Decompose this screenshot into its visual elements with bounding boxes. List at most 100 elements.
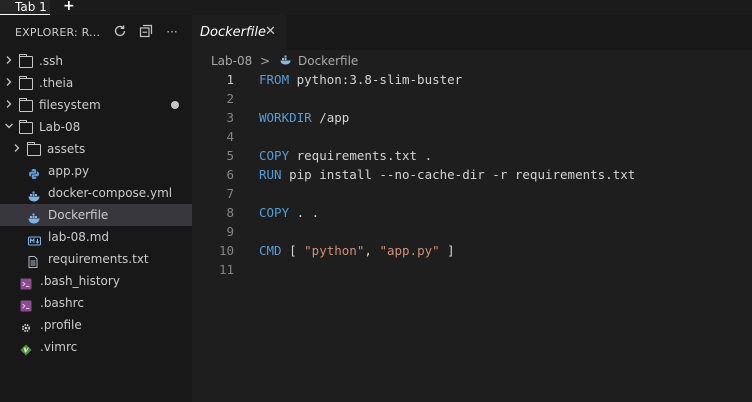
refresh-icon[interactable] [112, 24, 128, 40]
tree-file-item[interactable]: .vimrc [0, 336, 192, 358]
code-line[interactable]: 4 [192, 127, 752, 146]
shell-file-icon [20, 275, 34, 290]
folder-icon [27, 142, 41, 156]
line-number: 5 [226, 148, 234, 163]
explorer-title: EXPLORER: R... [15, 26, 101, 39]
breadcrumb-folder[interactable]: Lab-08 [211, 50, 252, 72]
file-tree: .ssh .theia filesystem Lab-08 assets app.py do… [0, 50, 192, 358]
code-line[interactable]: 10 CMD [ "python", "app.py" ] [192, 241, 752, 260]
tree-item-label: docker-compose.yml [48, 186, 173, 200]
more-icon[interactable]: ··· [164, 24, 180, 40]
python-file-icon [28, 165, 42, 179]
code-keyword: FROM [259, 72, 290, 87]
tree-item-label: Dockerfile [48, 208, 109, 222]
line-number: 4 [226, 129, 234, 144]
code-line[interactable]: 7 [192, 184, 752, 203]
close-icon[interactable]: ✕ [265, 24, 276, 39]
editor-tab-dockerfile[interactable]: Dockerfile ✕ [192, 15, 286, 50]
ide-window: Tab 1 + EXPLORER: R... ··· .ssh .theia fil… [0, 0, 752, 402]
tree-item-label: .theia [39, 76, 74, 90]
tree-file-item[interactable]: .profile [0, 314, 192, 336]
editor-tab-bar: Dockerfile ✕ [192, 15, 752, 50]
explorer-header: EXPLORER: R... ··· [0, 15, 192, 49]
code-line[interactable]: 5 COPY requirements.txt . [192, 146, 752, 165]
tree-file-item[interactable]: requirements.txt [0, 248, 192, 270]
tree-item-label: filesystem [39, 98, 101, 112]
code-token: , [364, 243, 380, 258]
tree-item-label: lab-08.md [48, 230, 110, 244]
tree-folder-item[interactable]: .ssh [0, 50, 192, 72]
code-editor[interactable]: 1 FROM python:3.8-slim-buster 2 3 WORKDIR /a… [192, 70, 752, 279]
explorer-sidebar: EXPLORER: R... ··· .ssh .theia filesystem L… [0, 15, 192, 402]
add-tab-button[interactable]: + [63, 0, 75, 14]
chevron-down-icon[interactable] [4, 116, 14, 138]
folder-icon [19, 120, 33, 134]
line-number: 6 [226, 167, 234, 182]
vim-file-icon [20, 341, 34, 356]
code-text: COPY . . [259, 203, 319, 222]
line-number: 11 [218, 262, 234, 277]
tree-file-item[interactable]: Dockerfile [0, 204, 192, 226]
code-keyword: COPY [259, 148, 290, 163]
chevron-right-icon[interactable] [4, 94, 14, 116]
code-token: ] [439, 243, 455, 258]
code-line[interactable]: 9 [192, 222, 752, 241]
code-text: COPY requirements.txt . [259, 146, 432, 165]
editor-tab-label: Dockerfile [200, 25, 266, 40]
tree-folder-item[interactable]: assets [0, 138, 192, 160]
top-tab-label: Tab 1 [15, 0, 47, 14]
collapse-all-icon[interactable] [138, 24, 154, 40]
code-line[interactable]: 1 FROM python:3.8-slim-buster [192, 70, 752, 89]
chevron-right-icon[interactable] [12, 138, 22, 160]
code-keyword: COPY [259, 205, 290, 220]
chevron-right-icon: > [260, 54, 271, 68]
code-line[interactable]: 6 RUN pip install --no-cache-dir -r requi… [192, 165, 752, 184]
tree-file-item[interactable]: .bash_history [0, 270, 192, 292]
text-file-icon [28, 253, 42, 268]
line-number: 2 [226, 91, 234, 106]
tree-item-label: .bashrc [40, 296, 84, 310]
folder-icon [19, 54, 33, 68]
top-tab[interactable]: Tab 1 [0, 0, 50, 15]
shell-file-icon [20, 297, 34, 312]
chevron-right-icon[interactable] [4, 72, 14, 94]
tree-file-item[interactable]: app.py [0, 160, 192, 182]
code-token: pip install --no-cache-dir -r requiremen… [281, 167, 636, 182]
tree-folder-item[interactable]: .theia [0, 72, 192, 94]
docker-file-icon [28, 187, 42, 202]
top-tab-bar: Tab 1 + [0, 0, 752, 15]
tree-file-item[interactable]: lab-08.md [0, 226, 192, 248]
code-line[interactable]: 3 WORKDIR /app [192, 108, 752, 127]
markdown-file-icon [28, 231, 42, 246]
tree-item-label: app.py [48, 164, 90, 178]
code-string: "python" [304, 243, 365, 258]
folder-icon [19, 98, 33, 112]
tree-file-item[interactable]: docker-compose.yml [0, 182, 192, 204]
code-keyword: RUN [259, 167, 282, 182]
code-token: . . [289, 205, 320, 220]
chevron-right-icon[interactable] [4, 50, 14, 72]
line-number: 9 [226, 224, 234, 239]
line-number: 8 [226, 205, 234, 220]
code-text: CMD [ "python", "app.py" ] [259, 241, 455, 260]
editor-area: Dockerfile ✕ Lab-08 > Dockerfile 1 FROM p… [192, 15, 752, 402]
code-token: python:3.8-slim-buster [289, 72, 463, 87]
tree-folder-item[interactable]: filesystem [0, 94, 192, 116]
code-line[interactable]: 8 COPY . . [192, 203, 752, 222]
tree-file-item[interactable]: .bashrc [0, 292, 192, 314]
tree-item-label: .vimrc [40, 340, 78, 354]
gear-file-icon [20, 319, 34, 333]
line-number: 1 [226, 72, 234, 87]
breadcrumb-file[interactable]: Dockerfile [298, 50, 358, 72]
code-text: RUN pip install --no-cache-dir -r requir… [259, 165, 635, 184]
docker-file-icon [28, 209, 42, 224]
code-text: WORKDIR /app [259, 108, 349, 127]
code-keyword: WORKDIR [259, 110, 312, 125]
line-number: 7 [226, 186, 234, 201]
code-token: [ [281, 243, 305, 258]
code-line[interactable]: 11 [192, 260, 752, 279]
tree-item-label: .ssh [39, 54, 63, 68]
tree-item-label: assets [47, 142, 86, 156]
code-line[interactable]: 2 [192, 89, 752, 108]
tree-folder-item[interactable]: Lab-08 [0, 116, 192, 138]
